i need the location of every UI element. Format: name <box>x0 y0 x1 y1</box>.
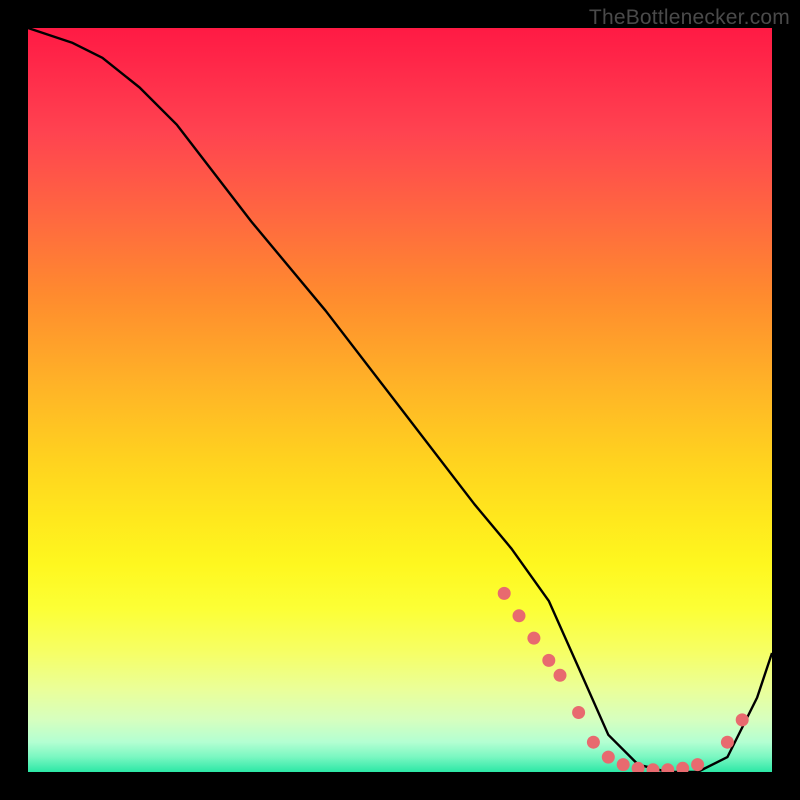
highlight-marker <box>632 762 645 772</box>
highlight-marker <box>647 763 660 772</box>
bottleneck-curve-path <box>28 28 772 772</box>
highlight-marker <box>498 587 511 600</box>
chart-frame <box>28 28 772 772</box>
highlight-marker <box>661 763 674 772</box>
highlight-marker <box>721 736 734 749</box>
watermark-label: TheBottlenecker.com <box>589 6 790 30</box>
highlight-marker <box>736 713 749 726</box>
highlight-marker <box>691 758 704 771</box>
highlight-marker <box>572 706 585 719</box>
highlight-marker <box>602 751 615 764</box>
highlight-marker <box>617 758 630 771</box>
highlight-marker <box>554 669 567 682</box>
highlight-marker <box>676 762 689 772</box>
highlight-marker <box>542 654 555 667</box>
highlight-marker <box>587 736 600 749</box>
highlight-marker <box>513 609 526 622</box>
bottleneck-curve <box>28 28 772 772</box>
highlight-marker <box>527 632 540 645</box>
highlight-marker-group <box>498 587 749 772</box>
chart-overlay <box>28 28 772 772</box>
